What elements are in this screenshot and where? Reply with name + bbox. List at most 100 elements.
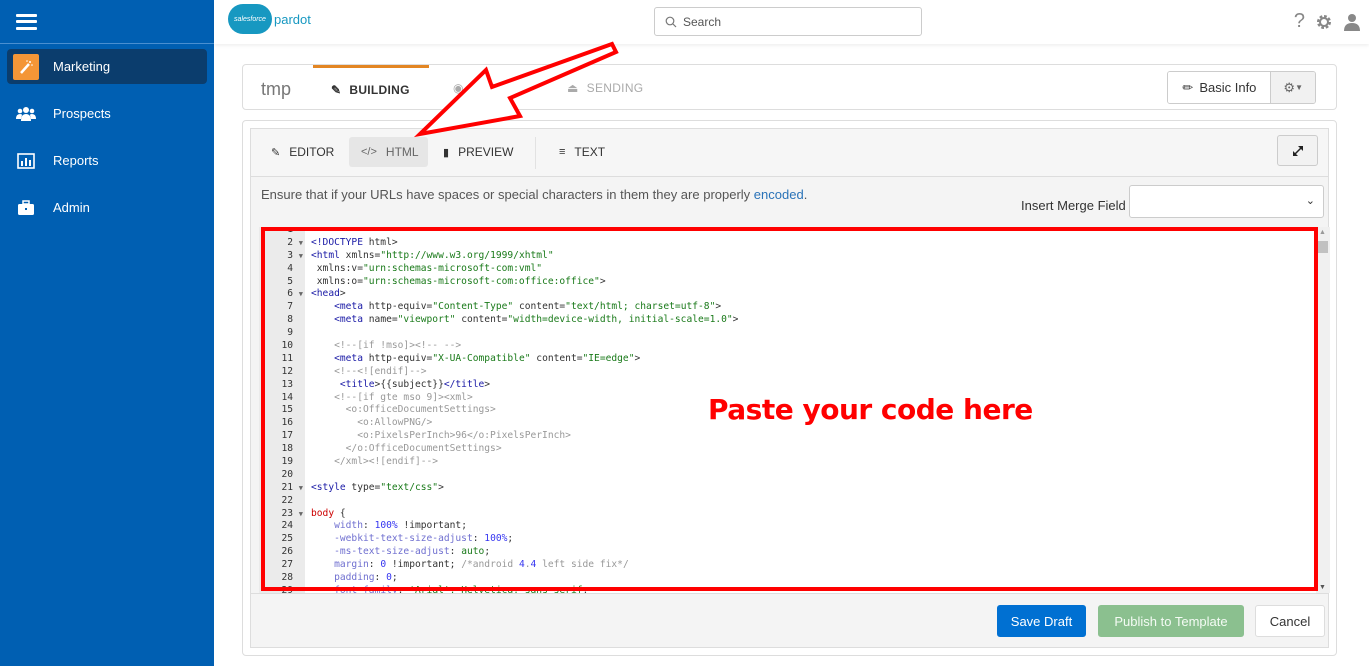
code-line[interactable]: 11 <meta http-equiv="X-UA-Compatible" co… <box>259 353 738 366</box>
sidebar-item-label: Admin <box>53 200 90 215</box>
user-icon[interactable] <box>1343 13 1361 31</box>
publish-to-template-button[interactable]: Publish to Template <box>1098 605 1244 637</box>
line-number: 25 <box>281 533 293 545</box>
code-line[interactable]: 23 ▼ body { <box>259 508 738 521</box>
code-line[interactable]: 5 xmlns:o="urn:schemas-microsoft-com:off… <box>259 276 738 289</box>
sidebar-item-admin[interactable]: Admin <box>7 190 207 225</box>
line-text: font-family: 'Arial', Helvetica, sans-se… <box>334 584 589 593</box>
tab-sending[interactable]: ⏏ SENDING <box>567 65 643 111</box>
email-header-card: tmp ✎ BUILDING ◉ TESTING ⏏ SENDING ✏ Bas… <box>242 64 1337 110</box>
editor-scrollbar[interactable]: ▲ ▼ <box>1316 227 1330 593</box>
code-line[interactable]: 9 <box>259 327 738 340</box>
merge-field-select[interactable]: ⌄ <box>1129 185 1324 218</box>
code-line[interactable]: 17 <o:PixelsPerInch>96</o:PixelsPerInch> <box>259 430 738 443</box>
magic-wand-icon <box>13 53 39 80</box>
code-line[interactable]: 29 font-family: 'Arial', Helvetica, sans… <box>259 585 738 593</box>
line-text: padding: 0; <box>334 572 398 584</box>
search-input[interactable]: Search <box>654 7 922 36</box>
line-text: body { <box>311 507 346 519</box>
code-line[interactable]: 8 <meta name="viewport" content="width=d… <box>259 314 738 327</box>
code-line[interactable]: 26 -ms-text-size-adjust: auto; <box>259 546 738 559</box>
code-line[interactable]: 16 <o:AllowPNG/> <box>259 417 738 430</box>
code-line[interactable]: 21 ▼ <style type="text/css"> <box>259 482 738 495</box>
line-text: width: 100% !important; <box>334 520 467 532</box>
code-content[interactable]: 1 2 ▼ <!DOCTYPE html> 3 ▼ <html xmlns="http://… <box>259 227 738 593</box>
code-line[interactable]: 2 ▼ <!DOCTYPE html> <box>259 237 738 250</box>
line-text: <o:PixelsPerInch>96</o:PixelsPerInch> <box>311 430 571 442</box>
tab-editor[interactable]: ✎ EDITOR <box>259 137 346 167</box>
scroll-up-icon[interactable]: ▲ <box>1319 229 1326 236</box>
code-line[interactable]: 18 </o:OfficeDocumentSettings> <box>259 443 738 456</box>
code-line[interactable]: 20 <box>259 469 738 482</box>
save-draft-button[interactable]: Save Draft <box>997 605 1086 637</box>
edit-icon: ✎ <box>331 82 342 97</box>
sidebar-item-reports[interactable]: Reports <box>7 143 207 178</box>
toolbar-divider <box>535 137 536 169</box>
scroll-thumb[interactable] <box>1318 241 1328 253</box>
code-line[interactable]: 19 </xml><![endif]--> <box>259 456 738 469</box>
code-line[interactable]: 28 padding: 0; <box>259 572 738 585</box>
tab-html[interactable]: </> HTML <box>349 137 428 167</box>
code-line[interactable]: 4 xmlns:v="urn:schemas-microsoft-com:vml… <box>259 263 738 276</box>
inbox-icon: ⏏ <box>567 81 579 95</box>
settings-dropdown-button[interactable]: ⚙ ▼ <box>1270 72 1315 103</box>
sidebar-item-marketing[interactable]: Marketing <box>7 49 207 84</box>
code-line[interactable]: 6 ▼ <head> <box>259 288 738 301</box>
line-text: -ms-text-size-adjust: auto; <box>334 546 491 558</box>
code-line[interactable]: 13 <title>{{subject}}</title> <box>259 379 738 392</box>
sidebar-item-label: Marketing <box>53 59 111 74</box>
line-text: <title>{{subject}}</title> <box>339 378 491 390</box>
line-number: 8 <box>287 314 293 326</box>
file-icon: ▮ <box>443 146 450 159</box>
gear-icon[interactable] <box>1315 13 1333 31</box>
sidebar-item-prospects[interactable]: Prospects <box>7 96 207 131</box>
line-number: 13 <box>281 378 293 390</box>
sidebar-item-label: Prospects <box>53 106 111 121</box>
tab-label: PREVIEW <box>458 145 514 159</box>
code-line[interactable]: 22 <box>259 495 738 508</box>
line-number: 16 <box>281 417 293 429</box>
fold-toggle-icon[interactable]: ▼ <box>299 288 303 301</box>
fold-toggle-icon[interactable]: ▼ <box>299 508 303 521</box>
tab-label: TESTING <box>471 81 526 95</box>
help-icon[interactable]: ? <box>1294 10 1305 33</box>
code-line[interactable]: 27 margin: 0 !important; /*android 4.4 l… <box>259 559 738 572</box>
code-line[interactable]: 10 <!--[if !mso]><!-- --> <box>259 340 738 353</box>
tab-text[interactable]: ≡ TEXT <box>547 137 617 167</box>
code-line[interactable]: 1 <box>259 227 738 237</box>
code-line[interactable]: 24 width: 100% !important; <box>259 520 738 533</box>
line-number: 7 <box>287 301 293 313</box>
tab-building[interactable]: ✎ BUILDING <box>313 65 429 111</box>
tab-label: TEXT <box>574 145 606 159</box>
line-text: <o:AllowPNG/> <box>311 417 433 429</box>
line-number: 10 <box>281 340 293 352</box>
line-number: 23 ▼ <box>281 507 303 521</box>
fold-toggle-icon[interactable]: ▼ <box>299 237 303 250</box>
line-number: 11 <box>281 352 293 364</box>
code-line[interactable]: 3 ▼ <html xmlns="http://www.w3.org/1999/xh… <box>259 250 738 263</box>
line-text <box>305 495 311 508</box>
line-number: 22 <box>281 494 293 506</box>
code-line[interactable]: 7 <meta http-equiv="Content-Type" conten… <box>259 301 738 314</box>
fold-toggle-icon[interactable]: ▼ <box>299 482 303 495</box>
cancel-button[interactable]: Cancel <box>1255 605 1325 637</box>
encoded-link[interactable]: encoded <box>754 187 804 202</box>
code-line[interactable]: 25 -webkit-text-size-adjust: 100%; <box>259 533 738 546</box>
hamburger-icon[interactable] <box>16 13 37 30</box>
tab-preview[interactable]: ▮ PREVIEW <box>431 137 525 167</box>
line-number: 26 <box>281 546 293 558</box>
tab-label: SENDING <box>586 81 644 95</box>
line-text: </xml><![endif]--> <box>311 456 439 468</box>
fold-toggle-icon[interactable]: ▼ <box>299 250 303 263</box>
bar-chart-icon <box>13 148 39 174</box>
scroll-down-icon[interactable]: ▼ <box>1319 584 1326 591</box>
code-line[interactable]: 14 <!--[if gte mso 9]><xml> <box>259 392 738 405</box>
tab-testing[interactable]: ◉ TESTING <box>453 65 526 111</box>
code-line[interactable]: 15 <o:OfficeDocumentSettings> <box>259 404 738 417</box>
pardot-logo[interactable]: salesforce pardot <box>228 4 311 34</box>
basic-info-button[interactable]: ✏ Basic Info <box>1168 72 1271 103</box>
line-number: 4 <box>287 262 293 274</box>
code-line[interactable]: 12 <!--<![endif]--> <box>259 366 738 379</box>
fullscreen-button[interactable] <box>1277 135 1318 166</box>
line-number: 29 <box>281 584 293 593</box>
